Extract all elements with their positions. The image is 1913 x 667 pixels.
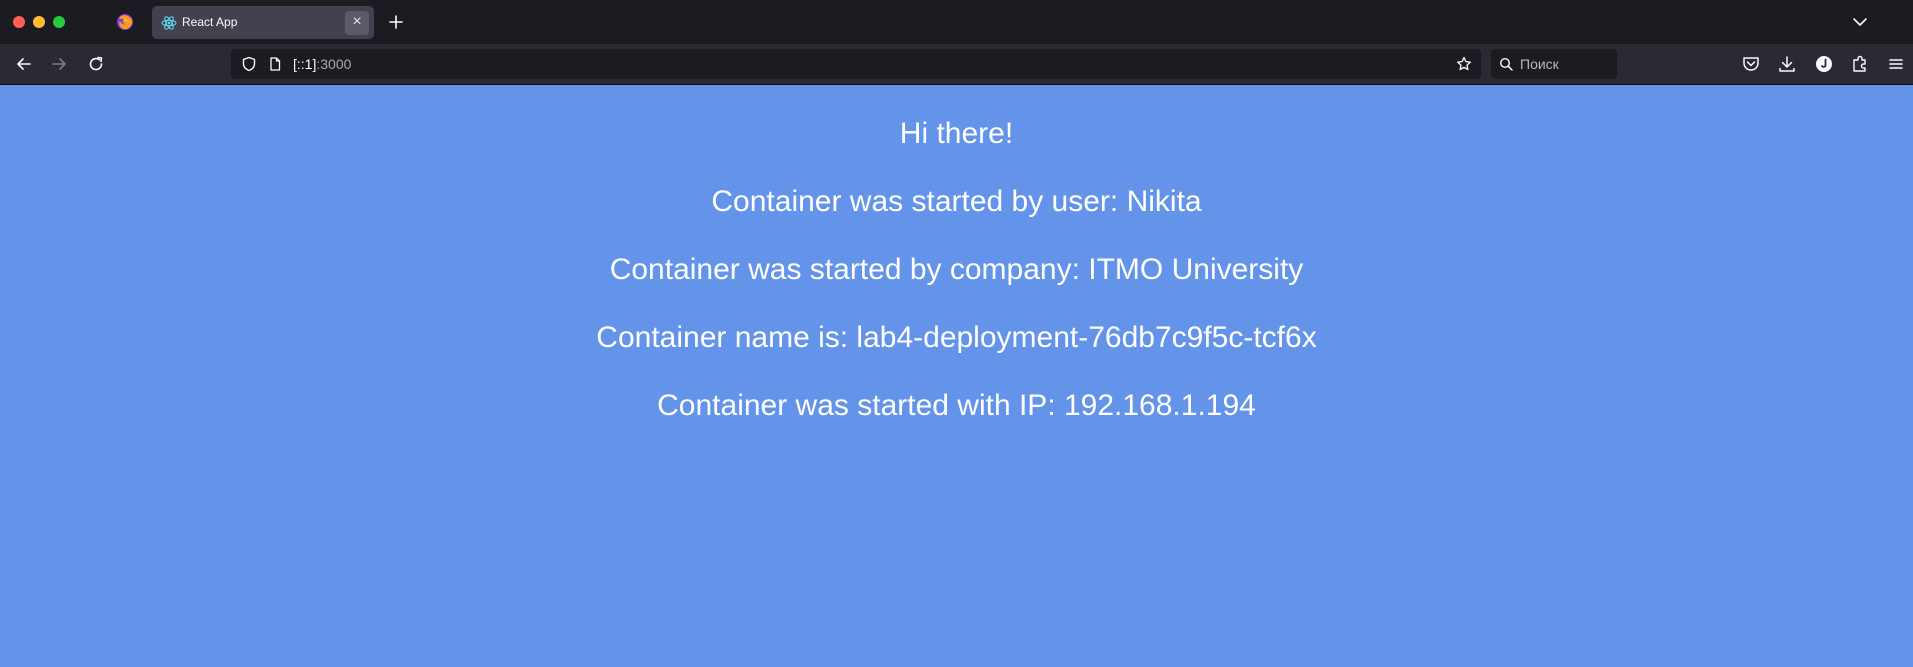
navigation-toolbar: [::1]:3000 Поиск (0, 44, 1913, 85)
address-bar[interactable]: [::1]:3000 (231, 49, 1481, 79)
greeting-text: Hi there! (899, 117, 1014, 150)
extensions-icon[interactable] (1849, 53, 1871, 75)
search-box[interactable]: Поиск (1491, 49, 1617, 79)
pocket-icon[interactable] (1740, 53, 1762, 75)
search-placeholder: Поиск (1520, 56, 1559, 72)
close-icon[interactable]: × (345, 11, 369, 35)
page-content: Hi there! Container was started by user:… (0, 85, 1913, 667)
container-name-text: Container name is: lab4-deployment-76db7… (596, 321, 1317, 354)
tab-strip: React App × (0, 0, 1913, 44)
account-icon[interactable] (1813, 53, 1835, 75)
download-icon[interactable] (1776, 53, 1798, 75)
forward-arrow-icon[interactable] (48, 53, 70, 75)
url-host: [::1] (293, 56, 317, 72)
url-port: :3000 (316, 56, 352, 72)
plus-icon[interactable] (385, 11, 407, 33)
url-text[interactable]: [::1]:3000 (293, 56, 351, 72)
menu-icon[interactable] (1885, 53, 1907, 75)
user-text: Container was started by user: Nikita (711, 185, 1202, 218)
back-arrow-icon[interactable] (13, 53, 35, 75)
window-minimize-button[interactable] (33, 16, 45, 28)
star-icon[interactable] (1456, 56, 1472, 72)
container-ip-text: Container was started with IP: 192.168.1… (657, 389, 1256, 422)
shield-icon[interactable] (241, 56, 257, 72)
react-favicon-icon (161, 15, 177, 31)
tab-title: React App (182, 15, 238, 29)
window-maximize-button[interactable] (53, 16, 65, 28)
reload-icon[interactable] (85, 53, 107, 75)
chevron-down-icon[interactable] (1850, 12, 1870, 32)
tab-react-app[interactable]: React App × (152, 6, 374, 39)
window-close-button[interactable] (13, 16, 25, 28)
firefox-logo-icon[interactable] (116, 13, 134, 31)
page-icon[interactable] (267, 56, 283, 72)
company-text: Container was started by company: ITMO U… (609, 253, 1304, 286)
search-icon (1499, 57, 1514, 72)
